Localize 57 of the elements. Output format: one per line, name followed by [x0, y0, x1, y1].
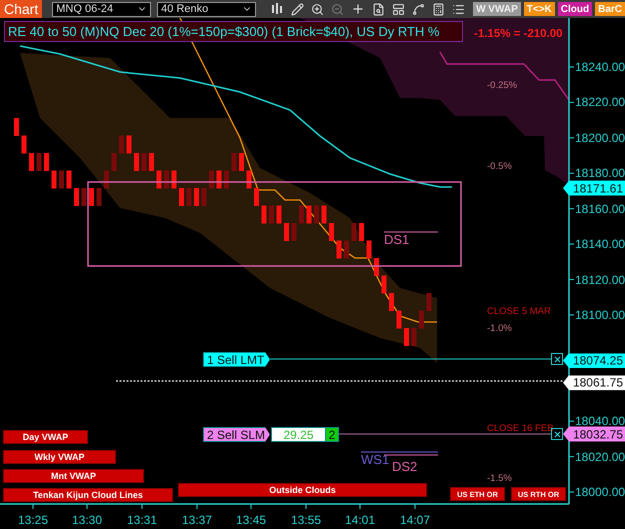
price-tick-label: 18180.00	[575, 166, 625, 180]
crosshair-icon[interactable]	[351, 2, 366, 16]
panel-icon[interactable]	[392, 2, 406, 16]
price-tick-label: 18020.00	[575, 450, 625, 464]
level-label: -0.5%	[487, 161, 512, 172]
level-label: CLOSE 5 MAR	[487, 306, 551, 317]
spline-icon[interactable]	[412, 2, 426, 16]
indicator-tag: Mnt VWAP	[3, 469, 144, 483]
time-tick-label: 13:25	[18, 513, 48, 527]
instrument-dropdown[interactable]: MNQ 06-24	[52, 2, 152, 16]
zone-label: DS2	[392, 459, 418, 474]
zone-label: DS1	[384, 232, 410, 247]
zoom-in-icon[interactable]	[311, 2, 324, 16]
price-tag: 18171.61	[563, 180, 625, 196]
indicator-tag: Tenkan Kijun Cloud Lines	[3, 488, 173, 502]
time-tick-label: 13:37	[182, 513, 212, 527]
price-tick-label: 18160.00	[575, 202, 625, 216]
close-icon[interactable]	[551, 353, 563, 365]
time-tick-label: 13:30	[72, 513, 102, 527]
price-tag: 18074.25	[563, 353, 625, 368]
level-label: -1.0%	[487, 323, 512, 334]
chart-tab[interactable]: Chart	[0, 0, 42, 18]
price-tick-label: 18040.00	[575, 414, 625, 428]
price-tick-label: 18140.00	[575, 237, 625, 252]
order-quantity[interactable]: 2	[325, 427, 339, 442]
pencil-icon[interactable]	[291, 2, 304, 16]
time-tick-label: 13:31	[126, 513, 158, 527]
chart-header-label: RE 40 to 50 (M)NQ Dec 20 (1%=150p=$300) (1 Brick=$40), US Dy RTH %	[4, 21, 463, 42]
price-tag: 18032.75	[563, 426, 625, 442]
price-tick-label: 18240.00	[575, 60, 625, 74]
document-search-icon[interactable]	[372, 2, 386, 16]
bar-type-dropdown[interactable]: 40 Renko	[157, 2, 256, 16]
calculator-icon[interactable]	[432, 2, 446, 16]
level-label: -0.25%	[487, 80, 518, 91]
price-tick-label: 18120.00	[575, 272, 625, 287]
zoom-out-icon[interactable]	[331, 2, 344, 16]
price-tag: 18061.75	[563, 375, 625, 390]
price-tick-label: 18100.00	[575, 308, 625, 322]
price-tick-label: 18200.00	[575, 130, 625, 145]
zone-line	[384, 454, 438, 456]
indicator-toggle-button[interactable]: Cloud	[558, 2, 592, 16]
list-icon[interactable]	[452, 2, 466, 16]
indicator-tag: Day VWAP	[3, 430, 88, 444]
time-tick-label: 13:45	[236, 513, 266, 527]
time-tick-label: 13:55	[290, 513, 322, 527]
close-icon[interactable]	[551, 428, 563, 440]
level-label: -1.5%	[487, 473, 512, 484]
indicator-tag: Outside Clouds	[178, 483, 427, 497]
indicator-tag: Wkly VWAP	[3, 450, 116, 464]
zone-label: WS1	[361, 452, 390, 467]
time-tick-label: 14:01	[344, 513, 376, 527]
order-label[interactable]: 2 Sell SLM	[203, 427, 270, 442]
price-tick-label: 18220.00	[575, 95, 625, 110]
percent-change-text: -1.15% = -210.00	[474, 28, 563, 40]
order-label[interactable]: 1 Sell LMT	[203, 352, 270, 367]
price-tick-label: 18000.00	[575, 485, 625, 500]
time-tick-label: 14:07	[400, 513, 430, 527]
